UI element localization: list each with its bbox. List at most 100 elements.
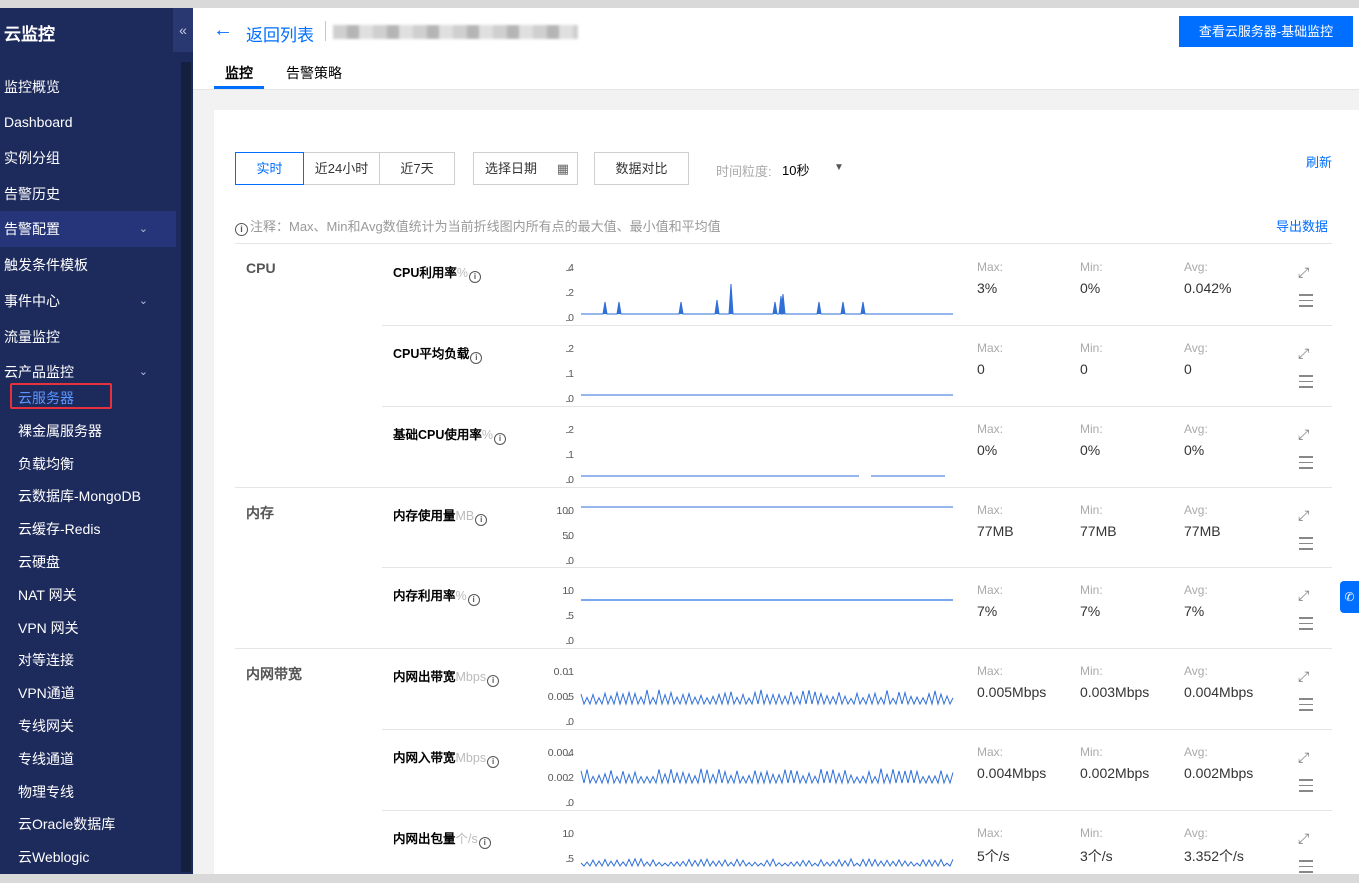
tab-alarm-policy[interactable]: 告警策略 xyxy=(286,63,342,83)
hamburger-menu-icon[interactable] xyxy=(1299,860,1313,874)
sidebar-subitem[interactable]: 负载均衡 xyxy=(0,448,176,481)
stat-avg-value: 0.042% xyxy=(1184,280,1232,296)
metric-unit: % xyxy=(455,589,467,603)
tick-mark xyxy=(566,780,571,781)
granularity-select[interactable]: 10秒 xyxy=(782,160,809,179)
tick-mark xyxy=(566,755,571,756)
chevron-down-icon: ⌄ xyxy=(138,295,148,307)
sparkline-chart xyxy=(580,768,954,785)
sidebar-subitem[interactable]: 专线网关 xyxy=(0,710,176,743)
sidebar-item[interactable]: 告警配置 ⌄ xyxy=(0,211,176,247)
metric-label: CPU平均负载 xyxy=(393,347,470,361)
sidebar-subitem[interactable]: 裸金属服务器 xyxy=(0,415,176,448)
hamburger-menu-icon[interactable] xyxy=(1299,617,1313,634)
sidebar-subitem[interactable]: 云硬盘 xyxy=(0,546,176,579)
stat-max-value: 0.005Mbps xyxy=(977,684,1047,700)
float-action-icon[interactable]: ✆ xyxy=(1340,581,1359,613)
hamburger-menu-icon[interactable] xyxy=(1299,537,1313,554)
chevron-down-icon[interactable]: ▼ xyxy=(834,162,844,173)
row-divider xyxy=(382,810,1332,811)
info-circle-icon[interactable]: i xyxy=(467,594,480,606)
redacted-instance-name xyxy=(333,25,578,39)
sidebar-subitem[interactable]: VPN 网关 xyxy=(0,612,176,645)
info-circle-icon[interactable]: i xyxy=(475,514,488,526)
refresh-link[interactable]: 刷新 xyxy=(1306,152,1332,171)
sidebar-item[interactable]: 实例分组 xyxy=(0,140,176,176)
sidebar-subitem[interactable]: 云缓存-Redis xyxy=(0,513,176,546)
expand-icon[interactable]: ⤢ xyxy=(1298,507,1309,524)
y-axis-tick: 1 xyxy=(568,368,574,380)
row-divider xyxy=(382,729,1332,730)
hamburger-menu-icon[interactable] xyxy=(1299,698,1313,715)
time-7d-button[interactable]: 近7天 xyxy=(379,152,455,185)
info-circle-icon[interactable]: i xyxy=(487,756,500,768)
y-axis-tick: 0.004 xyxy=(547,747,574,759)
expand-icon[interactable]: ⤢ xyxy=(1298,830,1309,847)
stat-avg-value: 3.352个/s xyxy=(1184,848,1244,864)
sparkline-chart xyxy=(581,475,945,477)
hamburger-menu-icon[interactable] xyxy=(1299,375,1313,392)
sparkline-chart xyxy=(580,689,954,706)
info-circle-icon[interactable]: i xyxy=(494,433,507,445)
collapse-sidebar-icon[interactable]: « xyxy=(173,8,193,52)
stat-avg-label: Avg: xyxy=(1184,422,1208,436)
expand-icon[interactable]: ⤢ xyxy=(1298,668,1309,685)
info-circle-icon[interactable]: i xyxy=(487,675,500,687)
y-axis-tick: 0 xyxy=(568,716,574,728)
sidebar-item[interactable]: 告警历史 xyxy=(0,176,176,212)
sidebar-item[interactable]: Dashboard xyxy=(0,104,176,140)
sidebar-subitem[interactable]: NAT 网关 xyxy=(0,579,176,612)
calendar-icon: ▦ xyxy=(556,161,569,176)
y-axis-tick: 100 xyxy=(556,505,574,517)
row-divider xyxy=(382,567,1332,568)
sidebar-subitem[interactable]: 云数据库-MongoDB xyxy=(0,480,176,513)
sidebar-subitem[interactable]: 物理专线 xyxy=(0,776,176,809)
expand-icon[interactable]: ⤢ xyxy=(1298,264,1309,281)
view-basic-monitor-button[interactable]: 查看云服务器-基础监控 xyxy=(1179,16,1353,47)
metric-unit: Mbps xyxy=(455,751,487,765)
sidebar-item[interactable]: 监控概览 xyxy=(0,69,176,105)
series-line xyxy=(580,689,954,706)
stat-min-value: 7% xyxy=(1080,603,1101,619)
tick-mark xyxy=(566,376,571,377)
info-circle-icon[interactable]: i xyxy=(478,837,491,849)
stat-avg-label: Avg: xyxy=(1184,826,1208,840)
time-24h-button[interactable]: 近24小时 xyxy=(303,152,380,185)
sidebar-item[interactable]: 流量监控 xyxy=(0,319,176,355)
tab-monitor[interactable]: 监控 xyxy=(225,63,253,83)
expand-icon[interactable]: ⤢ xyxy=(1298,426,1309,443)
sidebar-subitem[interactable]: 云Oracle数据库 xyxy=(0,808,176,841)
metric-name: 基础CPU使用率% i xyxy=(393,424,507,445)
date-picker[interactable]: 选择日期 ▦ xyxy=(473,152,578,185)
expand-icon[interactable]: ⤢ xyxy=(1298,587,1309,604)
sidebar-scrollbar[interactable] xyxy=(181,62,191,872)
hamburger-menu-icon[interactable] xyxy=(1299,294,1313,311)
export-data-link[interactable]: 导出数据 xyxy=(1276,216,1328,235)
stat-min-label: Min: xyxy=(1080,341,1103,355)
sidebar-subitem-cvm[interactable]: 云服务器 xyxy=(0,382,176,415)
arrow-left-icon[interactable]: ← xyxy=(213,19,233,42)
expand-icon[interactable]: ⤢ xyxy=(1298,345,1309,362)
row-divider xyxy=(382,406,1332,407)
metric-label: 内存使用量 xyxy=(393,509,456,523)
stat-min-label: Min: xyxy=(1080,260,1103,274)
hamburger-menu-icon[interactable] xyxy=(1299,456,1313,473)
back-to-list-link[interactable]: 返回列表 xyxy=(246,21,314,46)
info-circle-icon[interactable]: i xyxy=(469,271,482,283)
sidebar-item[interactable]: 触发条件模板 xyxy=(0,247,176,283)
sidebar-subitem[interactable]: 云Weblogic xyxy=(0,841,176,874)
sidebar-subitem[interactable]: 对等连接 xyxy=(0,644,176,677)
tick-mark xyxy=(566,861,571,862)
hamburger-menu-icon[interactable] xyxy=(1299,779,1313,796)
tick-mark xyxy=(566,351,571,352)
y-axis-tick: 0 xyxy=(568,555,574,567)
info-circle-icon[interactable]: i xyxy=(470,352,483,364)
sidebar-subitem[interactable]: 专线通道 xyxy=(0,743,176,776)
sidebar-item[interactable]: 事件中心 ⌄ xyxy=(0,283,176,319)
stat-max-label: Max: xyxy=(977,503,1004,517)
sidebar-subitem[interactable]: VPN通道 xyxy=(0,677,176,710)
expand-icon[interactable]: ⤢ xyxy=(1298,749,1309,766)
metric-label: 内网出带宽 xyxy=(393,670,456,684)
data-compare-button[interactable]: 数据对比 xyxy=(594,152,689,185)
time-realtime-button[interactable]: 实时 xyxy=(235,152,304,185)
